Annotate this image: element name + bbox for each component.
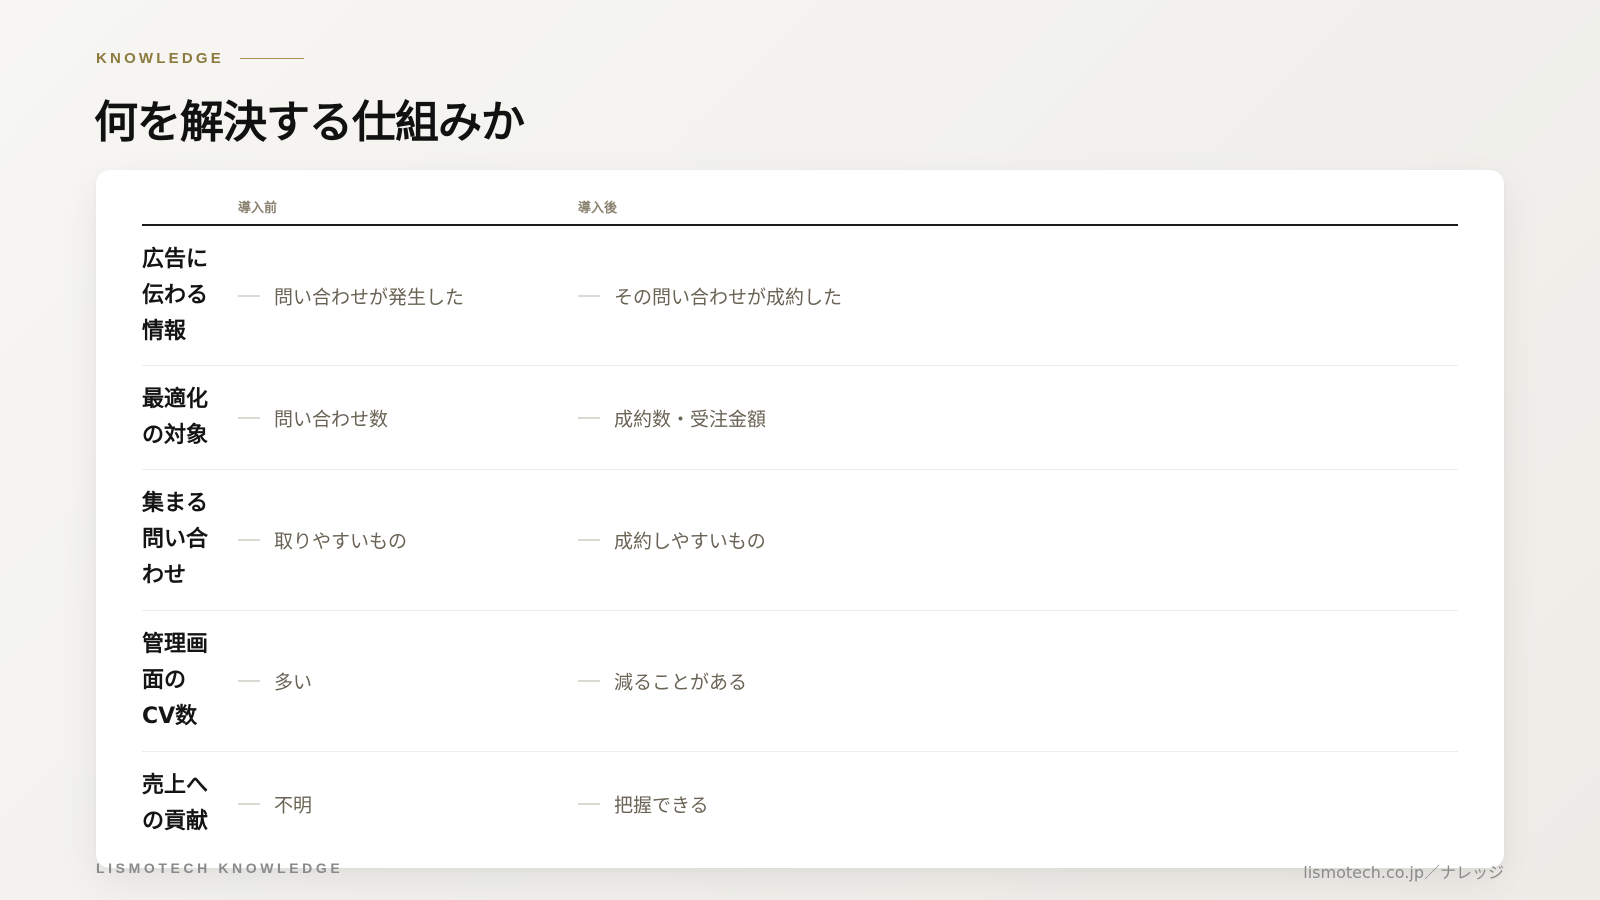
dash-marker (238, 803, 260, 805)
row-label: 管理画面のCV数 (142, 632, 209, 729)
before-cell: 問い合わせ数 (238, 404, 388, 431)
column-header-after: 導入後 (578, 201, 618, 216)
row-label: 売上への貢献 (142, 773, 209, 834)
column-header-before: 導入前 (238, 201, 278, 216)
dash-marker (238, 295, 260, 296)
before-value: 不明 (274, 794, 313, 817)
row-label: 集まる問い合わせ (142, 491, 209, 588)
table-header: 導入前 導入後 (142, 170, 1458, 226)
after-cell: その問い合わせが成約した (578, 282, 842, 309)
after-cell: 減ることがある (578, 668, 747, 695)
footer-brand: LISMOTECH KNOWLEDGE (96, 860, 344, 876)
after-value: 減ることがある (614, 671, 748, 694)
dash-marker (578, 803, 600, 805)
before-value: 多い (274, 671, 313, 694)
dash-marker (578, 295, 600, 296)
after-cell: 把握できる (578, 791, 709, 818)
row-label: 最適化の対象 (142, 386, 209, 448)
before-cell: 取りやすいもの (238, 527, 407, 554)
dash-marker (578, 680, 600, 682)
dash-marker (578, 417, 600, 418)
page-title: 何を解決する仕組みか (94, 97, 525, 148)
before-value: 問い合わせが発生した (274, 286, 465, 308)
eyebrow-divider (239, 58, 304, 59)
eyebrow: KNOWLEDGE (96, 50, 304, 67)
row-label: 広告に伝わる情報 (142, 246, 209, 344)
footer-link[interactable]: lismotech.co.jp／ナレッジ (1303, 859, 1504, 883)
dash-marker (578, 539, 600, 541)
dash-marker (238, 417, 260, 418)
comparison-card: 導入前 導入後 広告に伝わる情報 問い合わせが発生した その問い合わせが成約した… (96, 170, 1504, 868)
before-cell: 多い (238, 668, 312, 695)
table-row: 最適化の対象 問い合わせ数 成約数・受注金額 (142, 366, 1458, 470)
after-cell: 成約しやすいもの (578, 527, 766, 554)
before-cell: 問い合わせが発生した (238, 282, 464, 309)
after-value: 把握できる (614, 794, 709, 817)
eyebrow-label: KNOWLEDGE (96, 50, 224, 67)
before-cell: 不明 (238, 791, 312, 818)
before-value: 問い合わせ数 (274, 408, 389, 430)
after-value: 成約数・受注金額 (614, 408, 767, 430)
table-row: 売上への貢献 不明 把握できる (142, 752, 1458, 856)
after-value: 成約しやすいもの (614, 530, 766, 553)
after-cell: 成約数・受注金額 (578, 404, 766, 431)
dash-marker (238, 680, 260, 682)
dash-marker (238, 539, 260, 541)
table-row: 管理画面のCV数 多い 減ることがある (142, 611, 1458, 752)
comparison-table: 導入前 導入後 広告に伝わる情報 問い合わせが発生した その問い合わせが成約した… (142, 170, 1458, 856)
table-row: 広告に伝わる情報 問い合わせが発生した その問い合わせが成約した (142, 226, 1458, 366)
before-value: 取りやすいもの (274, 530, 408, 553)
after-value: その問い合わせが成約した (614, 286, 843, 308)
table-row: 集まる問い合わせ 取りやすいもの 成約しやすいもの (142, 470, 1458, 611)
